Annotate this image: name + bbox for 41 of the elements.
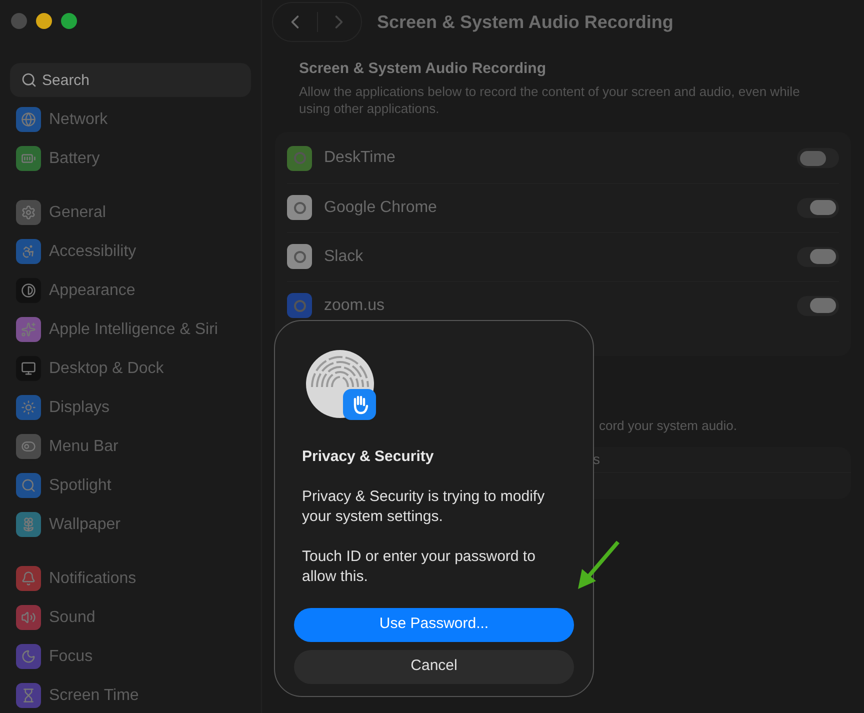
sidebar-item[interactable]: Notifications <box>10 559 251 598</box>
sidebar-item[interactable]: Screen Time <box>10 676 251 713</box>
sidebar-item[interactable]: Menu Bar <box>10 427 251 466</box>
sidebar-item[interactable]: General <box>10 193 251 232</box>
window-title: Screen & System Audio Recording <box>377 10 674 34</box>
search-field[interactable]: Search <box>10 63 251 97</box>
dialog-title: Privacy & Security <box>302 447 435 467</box>
sidebar-item[interactable]: Spotlight <box>10 466 251 505</box>
close-window-icon[interactable] <box>11 13 27 29</box>
sidebar-item[interactable]: Wallpaper <box>10 505 251 544</box>
zoom-window-icon[interactable] <box>61 13 77 29</box>
sidebar-item[interactable]: Appearance <box>10 271 251 310</box>
cancel-button[interactable]: Cancel <box>294 650 574 684</box>
sidebar-item[interactable]: Displays <box>10 388 251 427</box>
section-description: Allow the applications below to record the content of your screen and audio, even while using other applications. <box>298 82 801 116</box>
app-name: zoom.us <box>324 296 386 316</box>
sidebar-item[interactable]: Accessibility <box>10 232 251 271</box>
sidebar-item[interactable]: Sound <box>10 598 251 637</box>
sidebar-item[interactable]: Network <box>10 100 251 139</box>
minimize-window-icon[interactable] <box>36 13 52 29</box>
sidebar-item[interactable]: Battery <box>10 139 251 178</box>
app-name: Slack <box>324 246 364 266</box>
app-name: DeskTime <box>324 148 396 168</box>
ring-icon <box>287 195 312 220</box>
row-label: s <box>593 450 600 469</box>
toggle-switch[interactable] <box>797 148 839 168</box>
dialog-message: Privacy & Security is trying to modify your system settings. <box>302 486 546 526</box>
sidebar-item[interactable]: Desktop & Dock <box>10 349 251 388</box>
search-icon <box>21 72 37 88</box>
toggle-switch[interactable] <box>797 198 839 218</box>
section-heading: Screen & System Audio Recording <box>298 59 548 79</box>
toggle-switch[interactable] <box>797 246 839 266</box>
pointer-arrow <box>576 539 622 591</box>
dialog-prompt: Touch ID or enter your password to allow this. <box>302 546 536 586</box>
app-name: Google Chrome <box>324 198 438 218</box>
sidebar-item[interactable]: Focus <box>10 637 251 676</box>
sidebar-item[interactable]: Apple Intelligence & Siri <box>10 310 251 349</box>
fingerprint-icon <box>305 349 377 421</box>
use-password-button[interactable]: Use Password... <box>294 608 574 642</box>
section-description: cord your system audio. <box>598 416 738 435</box>
toggle-switch[interactable] <box>797 296 839 316</box>
